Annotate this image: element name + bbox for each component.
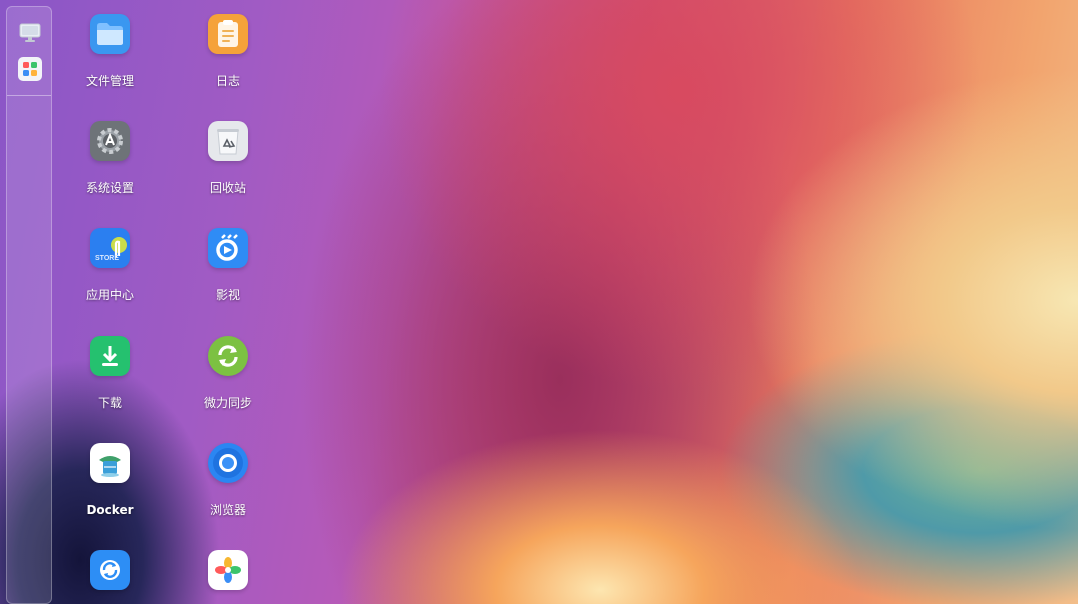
log-icon [208,14,248,54]
app-store[interactable]: STORE 应用中心 [56,228,164,332]
desktop-icon-grid: 文件管理 日志 系统设置 回收站 STORE 应用中心 影视 下载 微力同步 D… [56,0,296,604]
app-label: 下载 [97,396,122,410]
app-system-settings[interactable]: 系统设置 [56,121,164,225]
app-grid-icon[interactable] [18,57,42,81]
app-store-icon: STORE [90,228,130,268]
app-log[interactable]: 日志 [174,14,282,118]
dock-divider [7,95,51,96]
app-label: 回收站 [209,181,246,195]
app-label: 文件管理 [85,74,134,88]
app-photos[interactable] [174,550,282,604]
app-label: 应用中心 [85,288,134,302]
recycle-bin-icon [208,121,248,161]
app-file-manager[interactable]: 文件管理 [56,14,164,118]
app-sync[interactable]: 微力同步 [174,336,282,440]
app-video[interactable]: 影视 [174,228,282,332]
docker-icon [90,443,130,483]
app-browser[interactable]: 浏览器 [174,443,282,547]
photos-icon [208,550,248,590]
app-label: 微力同步 [203,396,252,410]
app-backup[interactable] [56,550,164,604]
gear-icon [90,121,130,161]
app-label: 浏览器 [209,503,246,517]
app-label: 影视 [215,288,240,302]
svg-text:STORE: STORE [95,255,119,262]
app-label: 系统设置 [85,181,134,195]
sync-icon [208,336,248,376]
monitor-icon[interactable] [18,21,42,45]
app-download[interactable]: 下载 [56,336,164,440]
app-label: 日志 [215,74,240,88]
app-label: Docker [86,503,134,517]
backup-icon [90,550,130,590]
download-icon [90,336,130,376]
browser-icon [208,443,248,483]
app-recycle-bin[interactable]: 回收站 [174,121,282,225]
side-dock [6,6,52,604]
video-icon [208,228,248,268]
folder-icon [90,14,130,54]
app-docker[interactable]: Docker [56,443,164,547]
